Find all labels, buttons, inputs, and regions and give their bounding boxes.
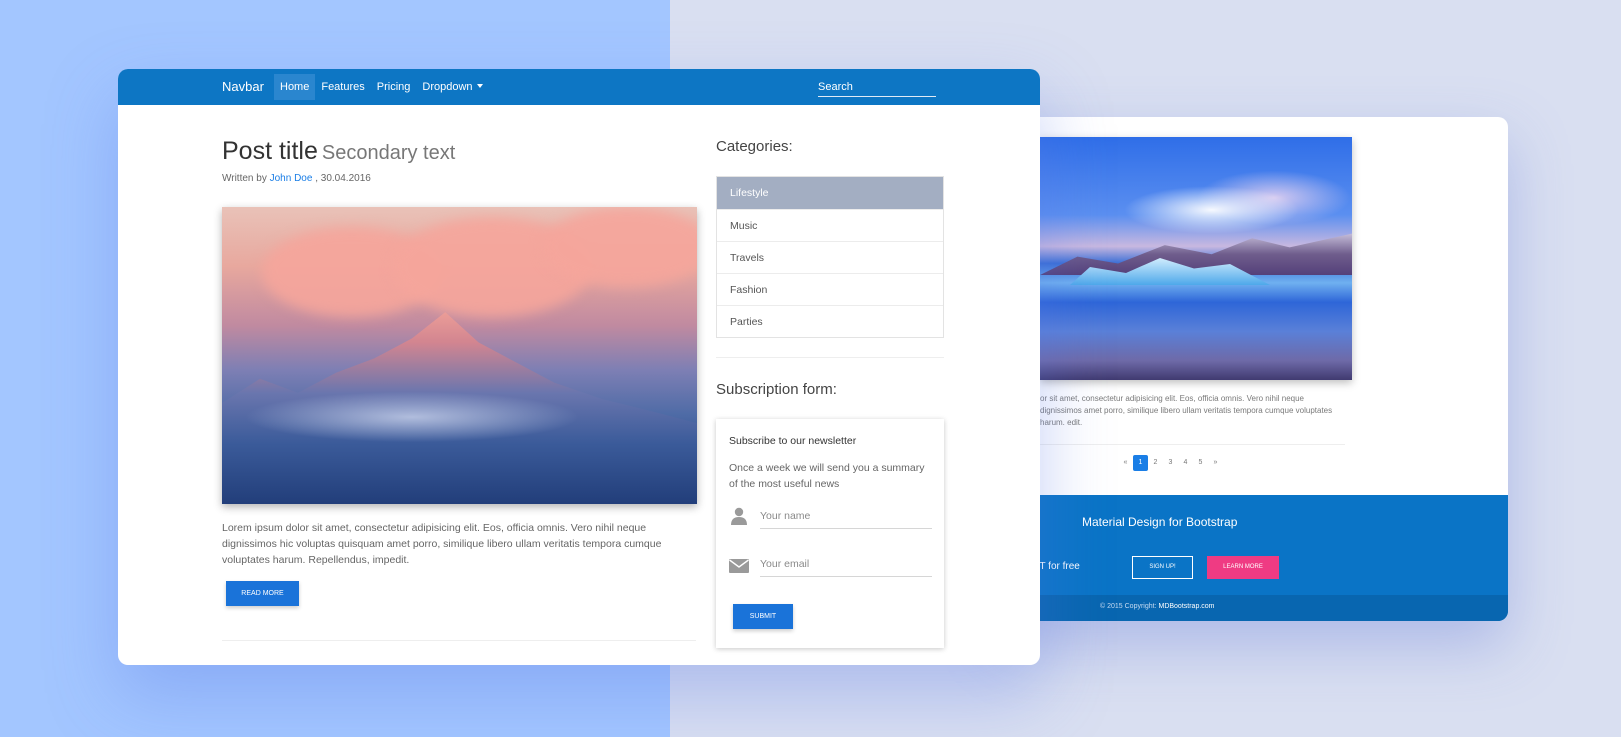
back-window: or sit amet, consectetur adipisicing eli… [1000,117,1508,621]
copyright-link[interactable]: MDBootstrap.com [1158,603,1214,610]
sidebar-divider [716,357,944,358]
post-date: , 30.04.2016 [315,173,371,184]
pagination-page-4[interactable]: 4 [1178,455,1193,471]
footer-title: Material Design for Bootstrap [1082,515,1238,529]
post-title: Post title Secondary text [222,137,455,166]
post-title-text: Post title [222,137,318,165]
nav-item-pricing[interactable]: Pricing [371,74,417,100]
read-more-button[interactable]: READ MORE [226,581,299,606]
nav-item-dropdown[interactable]: Dropdown [416,74,488,100]
nav-item-home[interactable]: Home [274,74,316,100]
caret-down-icon [476,84,483,88]
categories-list: Lifestyle Music Travels Fashion Parties [716,176,944,338]
main-window: Navbar Home Features Pricing Dropdown Po… [118,69,1040,665]
navbar-brand[interactable]: Navbar [222,79,264,94]
nav-item-dropdown-label: Dropdown [422,81,473,93]
categories-title: Categories: [716,138,793,155]
pagination-page-5[interactable]: 5 [1193,455,1208,471]
content-divider [222,640,696,641]
user-icon [731,507,747,525]
back-footer: Material Design for Bootstrap our UI KIT… [1000,495,1508,621]
pagination-page-2[interactable]: 2 [1148,455,1163,471]
image-mist [222,387,697,447]
submit-button[interactable]: SUBMIT [733,604,793,629]
nav-menu: Home Features Pricing Dropdown [274,74,489,100]
post-secondary-text: Secondary text [321,142,456,164]
subscription-card-title: Subscribe to our newsletter [729,435,857,447]
footer-copyright-bar: © 2015 Copyright: MDBootstrap.com [1000,595,1508,621]
envelope-icon [729,559,749,573]
copyright-label: © 2015 Copyright: [1100,603,1157,610]
pagination-page-1[interactable]: 1 [1133,455,1148,471]
copyright-text: © 2015 Copyright: MDBootstrap.com [1100,603,1215,610]
back-body-text: or sit amet, consectetur adipisicing eli… [1040,394,1333,427]
subscription-card: Subscribe to our newsletter Once a week … [716,419,944,648]
navbar: Navbar Home Features Pricing Dropdown [118,69,1040,105]
search-input[interactable] [818,77,936,97]
nav-item-features[interactable]: Features [315,74,370,100]
back-divider [1040,444,1345,445]
pagination-next[interactable]: » [1208,455,1223,471]
name-field[interactable] [760,503,932,529]
category-item-travels[interactable]: Travels [717,241,943,273]
category-item-fashion[interactable]: Fashion [717,273,943,305]
author-link[interactable]: John Doe [270,173,313,184]
pagination-prev[interactable]: « [1118,455,1133,471]
category-item-lifestyle[interactable]: Lifestyle [717,177,943,209]
post-byline: Written by John Doe , 30.04.2016 [222,173,371,184]
post-hero-image [222,207,697,504]
subscription-title: Subscription form: [716,381,837,398]
email-field[interactable] [760,551,932,577]
subscription-card-text: Once a week we will send you a summary o… [729,462,925,490]
byline-prefix: Written by [222,173,267,184]
category-item-parties[interactable]: Parties [717,305,943,337]
signup-button[interactable]: SIGN UP! [1132,556,1193,579]
pagination-page-3[interactable]: 3 [1163,455,1178,471]
pagination: « 1 2 3 4 5 » [1118,455,1223,471]
category-item-music[interactable]: Music [717,209,943,241]
learn-more-button[interactable]: LEARN MORE [1207,556,1279,579]
post-body: Lorem ipsum dolor sit amet, consectetur … [222,522,662,566]
